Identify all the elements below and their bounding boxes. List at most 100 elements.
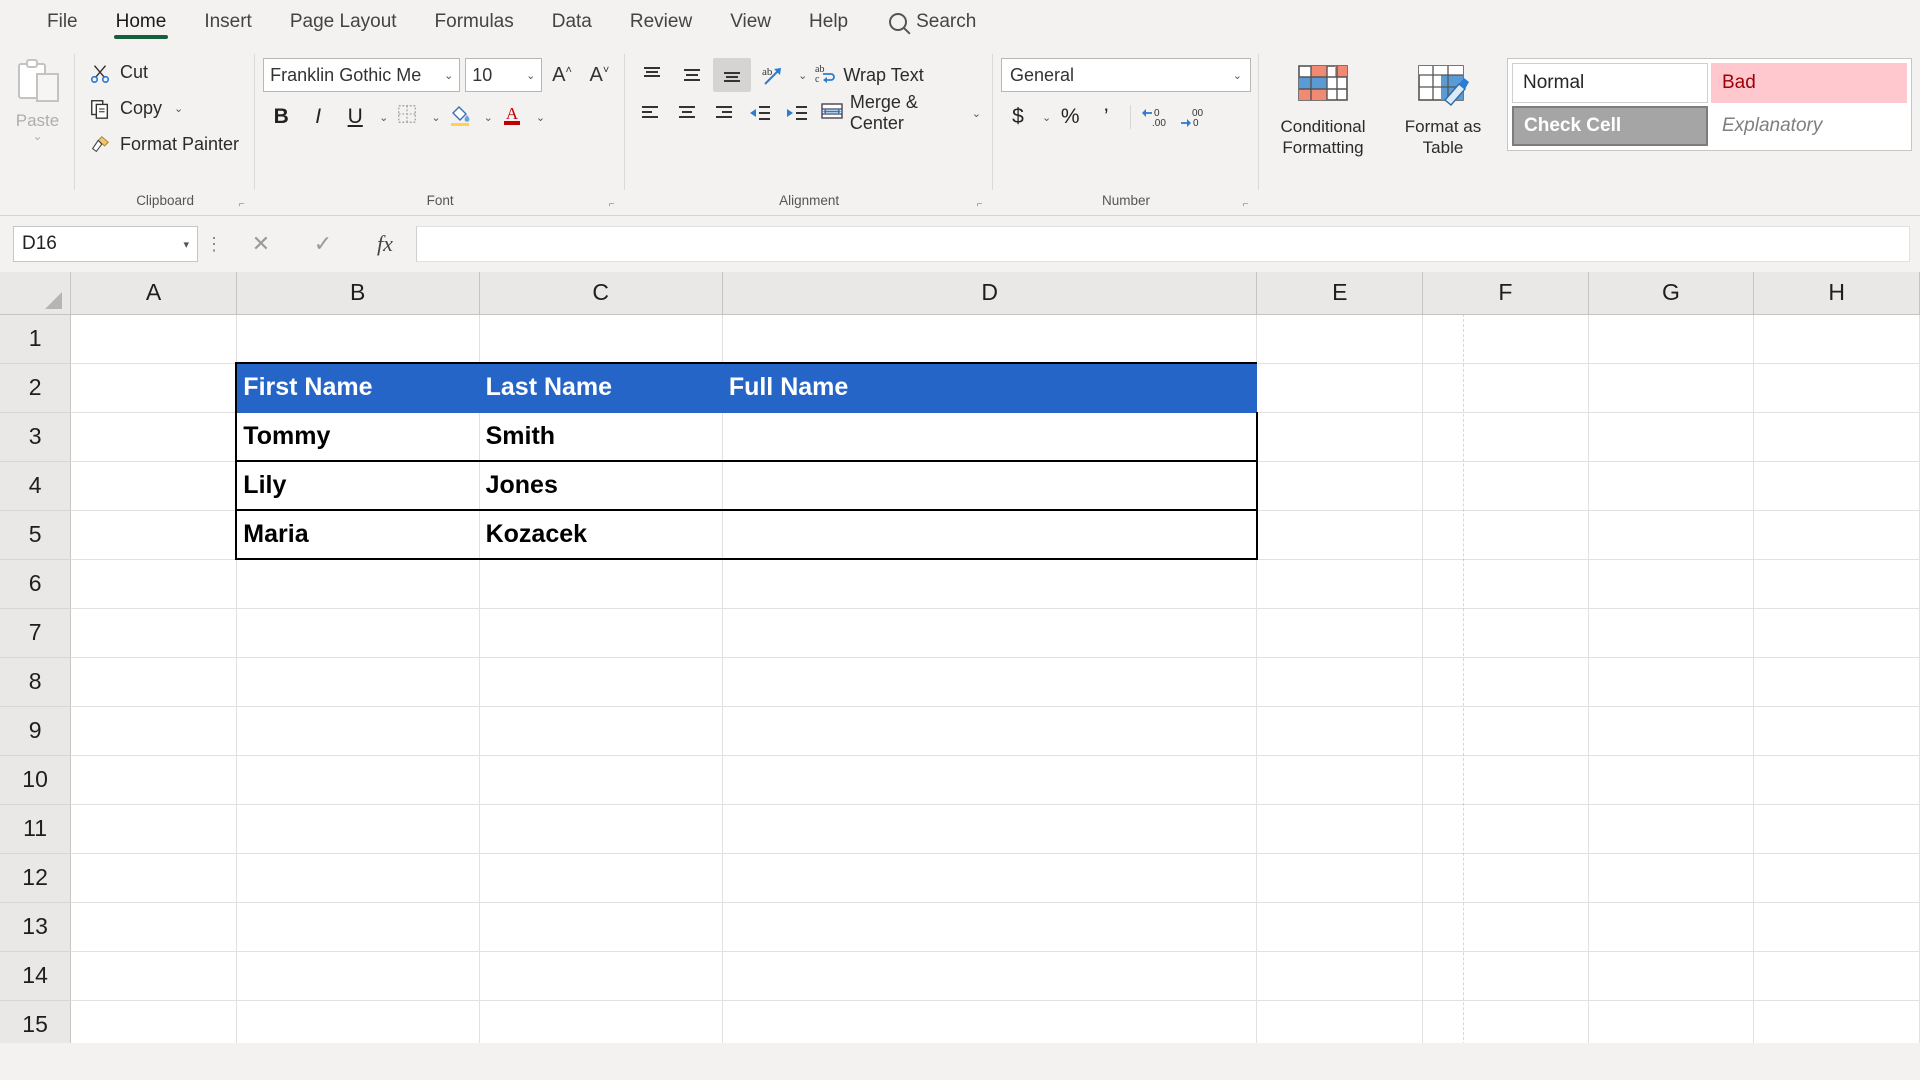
- cell-b13[interactable]: [236, 902, 480, 952]
- row-header-5[interactable]: 5: [0, 510, 72, 560]
- column-header-g[interactable]: G: [1588, 272, 1755, 315]
- column-header-h[interactable]: H: [1753, 272, 1920, 315]
- cell-style-check-cell[interactable]: Check Cell: [1512, 106, 1708, 146]
- cell-g2[interactable]: [1588, 363, 1755, 413]
- cell-f14[interactable]: [1422, 951, 1589, 1001]
- cell-e7[interactable]: [1256, 608, 1424, 658]
- tab-review[interactable]: Review: [611, 0, 711, 44]
- cell-c9[interactable]: [479, 706, 723, 756]
- cell-h7[interactable]: [1753, 608, 1920, 658]
- chevron-down-icon[interactable]: ⌄: [444, 69, 453, 82]
- cell-h11[interactable]: [1753, 804, 1920, 854]
- chevron-down-icon[interactable]: ▾: [183, 238, 189, 251]
- tab-data[interactable]: Data: [533, 0, 611, 44]
- conditional-formatting-button[interactable]: Conditional Formatting: [1267, 56, 1379, 158]
- cell-c10[interactable]: [479, 755, 723, 805]
- cell-g4[interactable]: [1588, 461, 1755, 511]
- cell-f6[interactable]: [1422, 559, 1589, 609]
- borders-button[interactable]: [389, 100, 425, 134]
- cell-d10[interactable]: [722, 755, 1258, 805]
- cell-h13[interactable]: [1753, 902, 1920, 952]
- cell-a8[interactable]: [70, 657, 237, 707]
- cell-c8[interactable]: [479, 657, 723, 707]
- cell-f11[interactable]: [1422, 804, 1589, 854]
- number-format-select[interactable]: General ⌄: [1001, 58, 1251, 92]
- cell-e12[interactable]: [1256, 853, 1424, 903]
- cell-b15[interactable]: [236, 1000, 480, 1043]
- cell-d9[interactable]: [722, 706, 1258, 756]
- decrease-decimal-button[interactable]: 00 0: [1176, 100, 1212, 134]
- cell-d3[interactable]: [722, 412, 1258, 462]
- cell-d1[interactable]: [722, 314, 1258, 364]
- cell-a10[interactable]: [70, 755, 237, 805]
- cell-h5[interactable]: [1753, 510, 1920, 560]
- cell-b6[interactable]: [236, 559, 480, 609]
- cell-f5[interactable]: [1422, 510, 1589, 560]
- row-header-3[interactable]: 3: [0, 412, 72, 462]
- cell-e9[interactable]: [1256, 706, 1424, 756]
- row-header-1[interactable]: 1: [0, 314, 72, 364]
- chevron-down-icon[interactable]: ⌄: [431, 111, 440, 124]
- cell-b9[interactable]: [236, 706, 480, 756]
- dialog-launcher-icon[interactable]: ⌐: [606, 194, 617, 210]
- cell-f13[interactable]: [1422, 902, 1589, 952]
- format-painter-button[interactable]: Format Painter: [83, 128, 247, 161]
- chevron-down-icon[interactable]: ⌄: [526, 69, 535, 82]
- row-header-12[interactable]: 12: [0, 853, 72, 903]
- cell-d12[interactable]: [722, 853, 1258, 903]
- underline-button[interactable]: U: [337, 100, 373, 134]
- cell-h3[interactable]: [1753, 412, 1920, 462]
- cell-c5[interactable]: Kozacek: [479, 509, 723, 560]
- cell-b11[interactable]: [236, 804, 480, 854]
- bold-button[interactable]: B: [263, 100, 299, 134]
- tab-page-layout[interactable]: Page Layout: [271, 0, 416, 44]
- formula-input[interactable]: [416, 226, 1910, 262]
- tab-insert[interactable]: Insert: [185, 0, 271, 44]
- cell-a7[interactable]: [70, 608, 237, 658]
- row-header-6[interactable]: 6: [0, 559, 72, 609]
- row-header-13[interactable]: 13: [0, 902, 72, 952]
- cell-g3[interactable]: [1588, 412, 1755, 462]
- cell-c13[interactable]: [479, 902, 723, 952]
- cell-b3[interactable]: Tommy: [235, 412, 480, 462]
- cell-e1[interactable]: [1256, 314, 1424, 364]
- row-header-8[interactable]: 8: [0, 657, 72, 707]
- cell-b10[interactable]: [236, 755, 480, 805]
- row-header-7[interactable]: 7: [0, 608, 72, 658]
- cell-h10[interactable]: [1753, 755, 1920, 805]
- align-right-button[interactable]: [706, 96, 741, 130]
- cell-h6[interactable]: [1753, 559, 1920, 609]
- tab-help[interactable]: Help: [790, 0, 867, 44]
- cell-a14[interactable]: [70, 951, 237, 1001]
- copy-button[interactable]: Copy ⌄: [83, 92, 247, 125]
- cell-g9[interactable]: [1588, 706, 1755, 756]
- cell-a15[interactable]: [70, 1000, 237, 1043]
- cell-c11[interactable]: [479, 804, 723, 854]
- row-header-4[interactable]: 4: [0, 461, 72, 511]
- chevron-down-icon[interactable]: ⌄: [536, 111, 545, 124]
- cell-style-explanatory[interactable]: Explanatory: [1711, 106, 1907, 146]
- select-all-button[interactable]: [0, 272, 72, 315]
- orientation-button[interactable]: ab: [753, 58, 791, 92]
- chevron-down-icon[interactable]: ⌄: [972, 107, 981, 120]
- cell-styles-gallery[interactable]: Normal Bad Check Cell Explanatory: [1507, 58, 1912, 151]
- cell-d8[interactable]: [722, 657, 1258, 707]
- cell-c1[interactable]: [479, 314, 723, 364]
- cell-g7[interactable]: [1588, 608, 1755, 658]
- cell-f4[interactable]: [1422, 461, 1589, 511]
- cell-h14[interactable]: [1753, 951, 1920, 1001]
- cell-f15[interactable]: [1422, 1000, 1589, 1043]
- cell-a9[interactable]: [70, 706, 237, 756]
- cell-a6[interactable]: [70, 559, 237, 609]
- cell-h1[interactable]: [1753, 314, 1920, 364]
- cell-f1[interactable]: [1422, 314, 1589, 364]
- cell-h15[interactable]: [1753, 1000, 1920, 1043]
- cell-a2[interactable]: [70, 363, 237, 413]
- accounting-format-button[interactable]: $: [1001, 100, 1035, 134]
- cell-e14[interactable]: [1256, 951, 1424, 1001]
- cell-h4[interactable]: [1753, 461, 1920, 511]
- cell-e6[interactable]: [1256, 559, 1424, 609]
- cell-e2[interactable]: [1256, 363, 1424, 413]
- cancel-entry-button[interactable]: ✕: [230, 226, 292, 262]
- cell-g15[interactable]: [1588, 1000, 1755, 1043]
